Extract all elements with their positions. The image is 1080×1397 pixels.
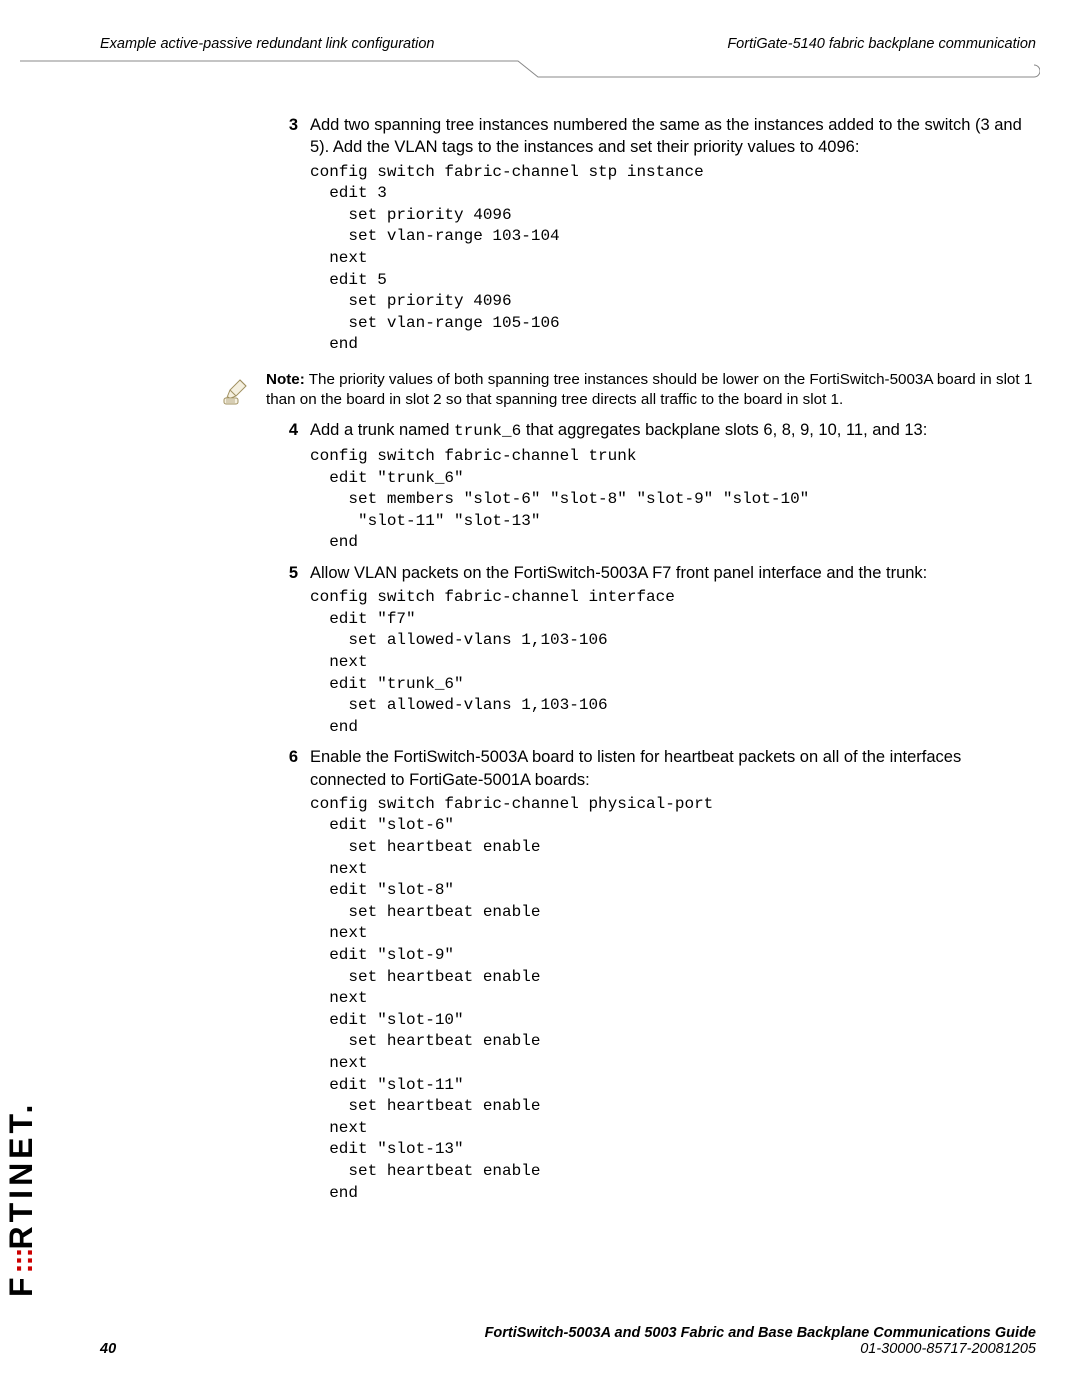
- brand-dot: .: [3, 1101, 39, 1114]
- page-number: 40: [100, 1341, 116, 1357]
- note-icon: [220, 370, 266, 408]
- code-block: config switch fabric-channel interface e…: [310, 587, 1036, 738]
- footer-title: FortiSwitch-5003A and 5003 Fabric and Ba…: [100, 1325, 1036, 1341]
- note-body: The priority values of both spanning tre…: [266, 371, 1032, 408]
- step-text-part: that aggregates backplane slots 6, 8, 9,…: [521, 421, 927, 439]
- note-block: Note: The priority values of both spanni…: [220, 370, 1036, 410]
- step-number: 5: [258, 562, 310, 742]
- code-block: config switch fabric-channel trunk edit …: [310, 446, 1036, 554]
- brand-dots-icon: :::: [6, 1249, 39, 1273]
- header-divider: [20, 58, 1040, 80]
- inline-code: trunk_6: [454, 422, 521, 440]
- page-header: Example active-passive redundant link co…: [100, 36, 1036, 64]
- code-block: config switch fabric-channel physical-po…: [310, 794, 1036, 1204]
- step-5: 5 Allow VLAN packets on the FortiSwitch-…: [258, 562, 1036, 742]
- note-label: Note:: [266, 371, 305, 388]
- note-text: Note: The priority values of both spanni…: [266, 370, 1036, 410]
- step-body: Allow VLAN packets on the FortiSwitch-50…: [310, 562, 1036, 742]
- step-body: Add two spanning tree instances numbered…: [310, 114, 1036, 360]
- step-text: Allow VLAN packets on the FortiSwitch-50…: [310, 562, 1036, 584]
- brand-part: F: [3, 1273, 39, 1297]
- step-4: 4 Add a trunk named trunk_6 that aggrega…: [258, 419, 1036, 558]
- step-number: 3: [258, 114, 310, 360]
- header-right: FortiGate-5140 fabric backplane communic…: [727, 36, 1036, 52]
- page-body: 3 Add two spanning tree instances number…: [258, 114, 1036, 1208]
- step-body: Add a trunk named trunk_6 that aggregate…: [310, 419, 1036, 558]
- step-text: Add a trunk named trunk_6 that aggregate…: [310, 419, 1036, 443]
- step-text: Enable the FortiSwitch-5003A board to li…: [310, 746, 1036, 791]
- step-body: Enable the FortiSwitch-5003A board to li…: [310, 746, 1036, 1208]
- brand-part: RTINET: [3, 1113, 39, 1249]
- code-block: config switch fabric-channel stp instanc…: [310, 162, 1036, 356]
- header-left: Example active-passive redundant link co…: [100, 36, 435, 52]
- brand-logo: F:::RTINET.: [3, 1101, 40, 1297]
- step-text-part: Add a trunk named: [310, 421, 454, 439]
- doc-id: 01-30000-85717-20081205: [860, 1341, 1036, 1357]
- step-text: Add two spanning tree instances numbered…: [310, 114, 1036, 159]
- step-3: 3 Add two spanning tree instances number…: [258, 114, 1036, 360]
- step-number: 4: [258, 419, 310, 558]
- page-footer: FortiSwitch-5003A and 5003 Fabric and Ba…: [100, 1325, 1036, 1357]
- step-6: 6 Enable the FortiSwitch-5003A board to …: [258, 746, 1036, 1208]
- step-number: 6: [258, 746, 310, 1208]
